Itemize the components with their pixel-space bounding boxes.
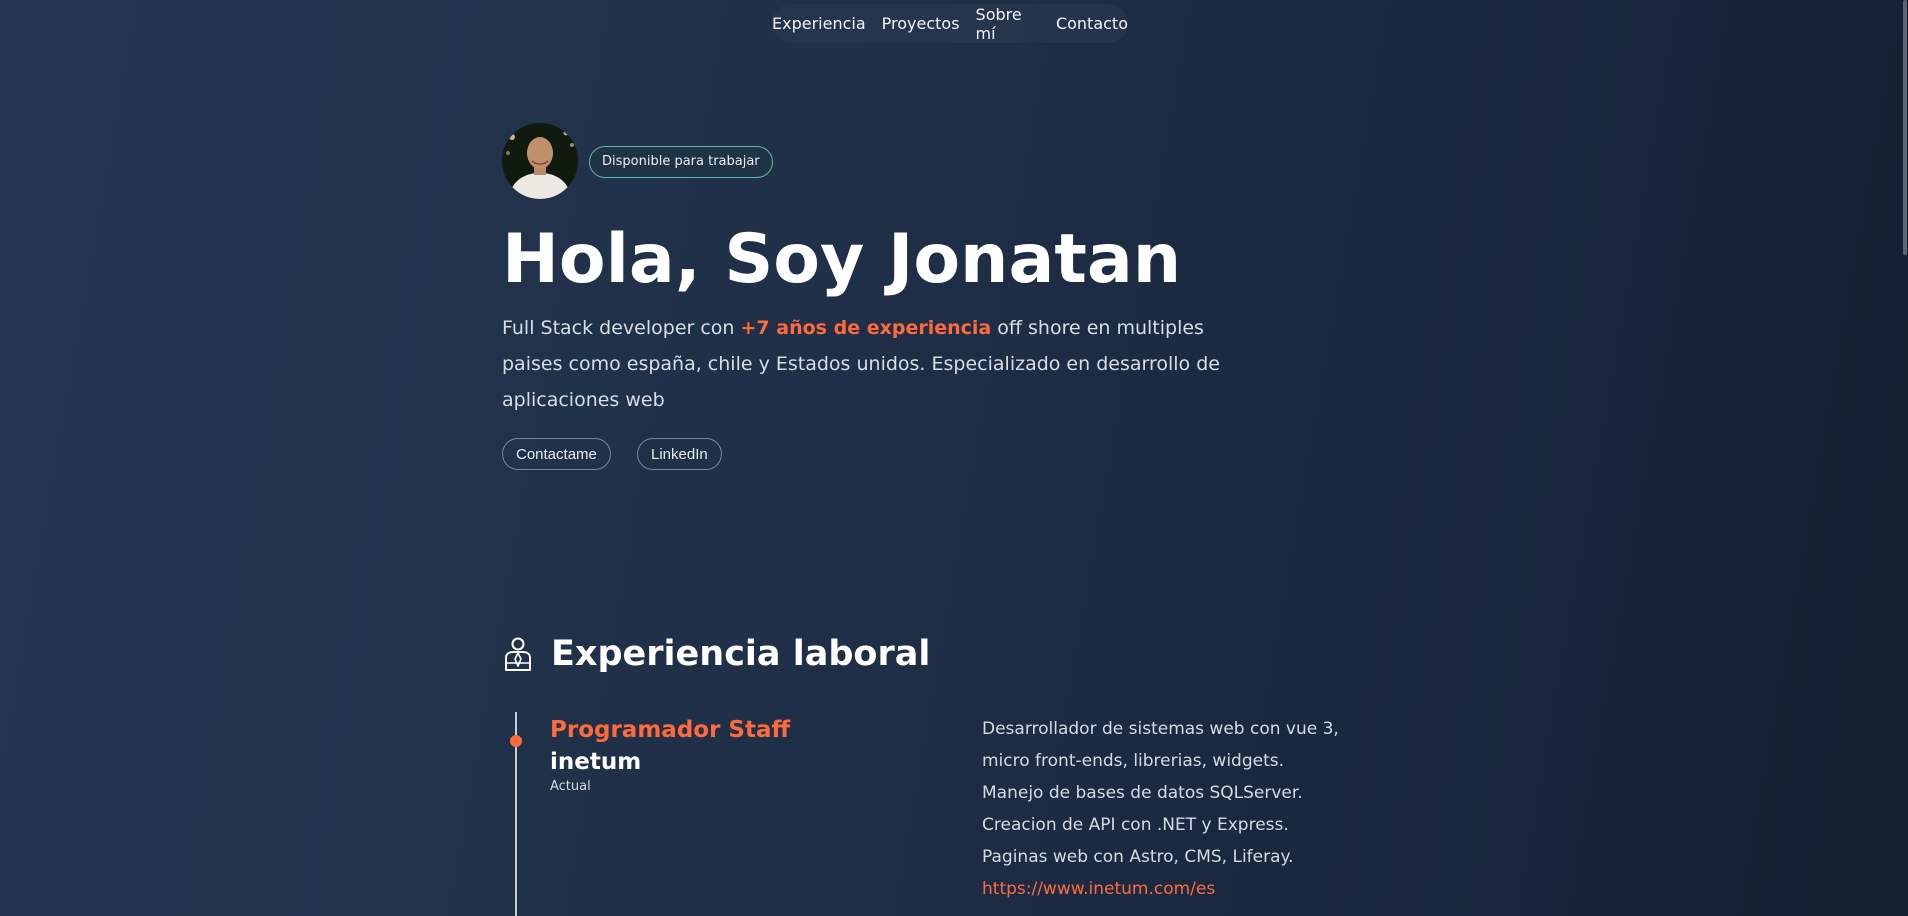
nav-item-sobre-mi[interactable]: Sobre mí — [976, 5, 1040, 43]
nav-item-proyectos[interactable]: Proyectos — [882, 14, 960, 33]
page-scrollbar[interactable] — [1902, 0, 1908, 916]
avatar — [502, 123, 578, 199]
timeline-dot — [510, 735, 522, 747]
status-badge: Disponible para trabajar — [589, 146, 773, 178]
scrollbar-thumb[interactable] — [1903, 0, 1907, 255]
description-text-start: Full Stack developer con — [502, 317, 741, 339]
experience-highlight: +7 años de experiencia — [740, 317, 992, 339]
job-period: Actual — [550, 779, 591, 794]
job-description-line: Paginas web con Astro, CMS, Liferay. — [982, 847, 1294, 867]
job-description-line: Manejo de bases de datos SQLServer. — [982, 783, 1303, 803]
linkedin-button[interactable]: LinkedIn — [637, 438, 722, 470]
job-description: Desarrollador de sistemas web con vue 3,… — [982, 713, 1352, 905]
experience-title: Experiencia laboral — [551, 634, 931, 674]
job-role: Programador Staff — [550, 717, 791, 743]
hero-description: Full Stack developer con +7 años de expe… — [502, 310, 1222, 418]
job-description-line: Desarrollador de sistemas web con vue 3, — [982, 719, 1339, 739]
job-entry: Programador Staff inetum Actual — [550, 715, 790, 794]
job-description-line: Creacion de API con .NET y Express. — [982, 815, 1289, 835]
contact-button[interactable]: Contactame — [502, 438, 611, 470]
avatar-photo — [502, 123, 578, 199]
job-description-line: micro front-ends, librerias, widgets. — [982, 751, 1285, 771]
page-title: Hola, Soy Jonatan — [502, 220, 1182, 299]
top-nav: Experiencia Proyectos Sobre mí Contacto — [772, 4, 1128, 43]
nav-item-experiencia[interactable]: Experiencia — [772, 14, 866, 33]
job-company: inetum — [550, 749, 642, 775]
briefcase-person-icon — [505, 637, 531, 671]
nav-item-contacto[interactable]: Contacto — [1056, 14, 1128, 33]
company-link[interactable]: https://www.inetum.com/es — [982, 873, 1352, 905]
